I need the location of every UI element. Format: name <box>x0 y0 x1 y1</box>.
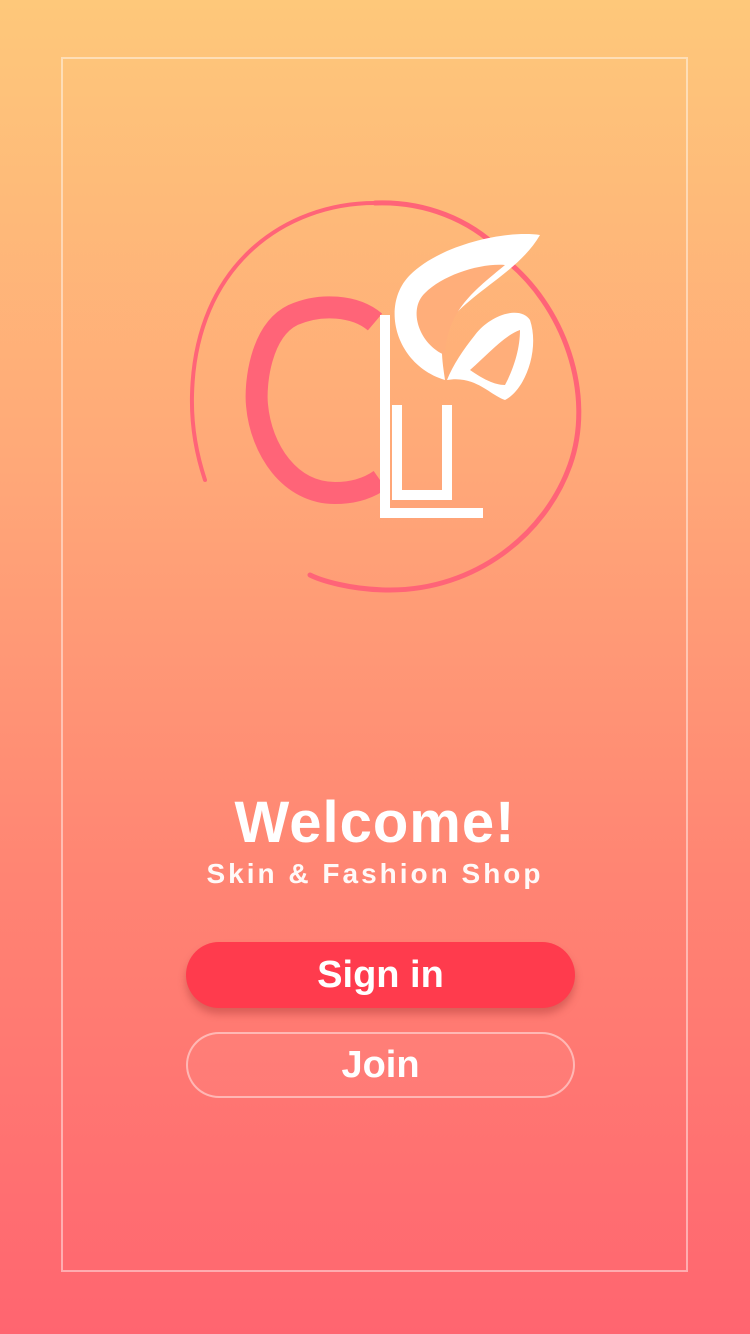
join-label: Join <box>341 1043 420 1086</box>
sign-in-label: Sign in <box>317 953 444 996</box>
shop-subtitle: Skin & Fashion Shop <box>206 858 544 889</box>
sign-in-button[interactable]: Sign in <box>186 942 575 1008</box>
logo-ring-left <box>189 201 377 482</box>
join-button[interactable]: Join <box>186 1032 575 1098</box>
welcome-title: Welcome! <box>234 790 516 855</box>
brand-logo <box>189 200 582 593</box>
logo-letter-c <box>245 296 387 505</box>
